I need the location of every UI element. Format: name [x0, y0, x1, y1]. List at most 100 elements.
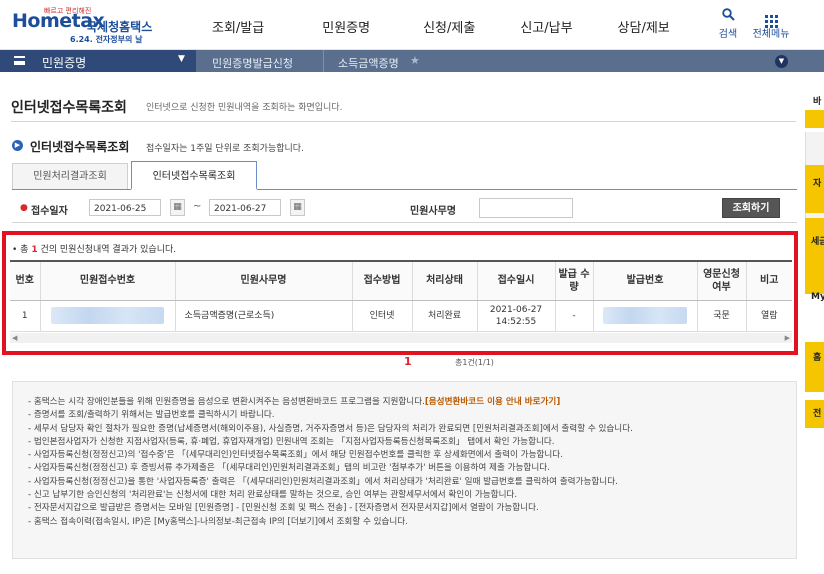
method-cell: 인터넷 [351, 300, 412, 332]
notice-item: - 사업자등록신청(정정신고)을 통한 '사업자등록증' 출력은 「(세무대리인… [28, 476, 618, 487]
date-label: 접수일자 [31, 206, 68, 217]
date-range-separator: ~ [193, 201, 202, 212]
side-block[interactable] [805, 165, 824, 213]
column-header: 민원사무명 [174, 260, 352, 301]
received-time: 14:52:55 [495, 316, 537, 327]
calendar-icon[interactable]: ▦ [170, 199, 185, 216]
row-number: 1 [10, 300, 40, 332]
hamburger-icon [14, 56, 25, 65]
view-link[interactable]: 열람 [745, 300, 792, 332]
calendar-icon[interactable]: ▦ [290, 199, 305, 216]
redacted-issue-number [603, 307, 687, 324]
grid-menu-icon [748, 8, 794, 28]
logo-agency: 국세청홈택스 [86, 20, 153, 34]
chevron-down-icon[interactable]: ▼ [775, 55, 788, 68]
search-form: ● 접수일자 ▦ ~ ▦ 민원사무명 조회하기 [12, 194, 797, 223]
tab-result-inquiry[interactable]: 민원처리결과조회 [12, 163, 128, 190]
receipt-number-cell[interactable] [39, 300, 175, 332]
tab-internet-receipt-list[interactable]: 인터넷접수목록조회 [131, 161, 257, 190]
nav-item-inquiry[interactable]: 조회/발급 [212, 17, 264, 36]
caret-down-icon: ▼ [178, 54, 185, 64]
scroll-left-icon[interactable]: ◀ [12, 333, 17, 343]
result-panel: • 총 1 건의 민원신청내역 결과가 있습니다. 번호 민원접수번호 민원사무… [2, 231, 798, 355]
side-label: 전 [813, 409, 822, 419]
status-cell: 처리완료 [411, 300, 477, 332]
search-submit-button[interactable]: 조회하기 [722, 198, 780, 218]
all-menu-button[interactable]: 전체메뉴 [748, 8, 794, 40]
column-header: 비고 [745, 260, 792, 301]
breadcrumb-level2-label: 민원증명발급신청 [212, 57, 293, 70]
side-label: My [811, 292, 824, 302]
breadcrumb: 민원증명 ▼ 민원증명발급신청 소득금액증명 ★ ▼ [0, 50, 824, 72]
section-description: 접수일자는 1주일 단위로 조회가능합니다. [146, 144, 304, 154]
nav-item-application[interactable]: 신청/제출 [423, 17, 475, 36]
quantity-cell: - [554, 300, 593, 332]
notice-item: - 신고 납부기한 승인신청의 '처리완료'는 신청서에 대한 처리 완료상태를… [28, 490, 518, 501]
received-datetime-cell: 2021-06-27 14:52:55 [476, 300, 555, 332]
voice-barcode-link[interactable]: [음성변환바코드 이용 안내 바로가기] [425, 397, 560, 407]
search-label: 검색 [718, 29, 738, 40]
notice-item: - 홈택스는 시각 장애인분들을 위해 민원증명을 음성으로 변환시켜주는 음성… [28, 397, 561, 407]
side-label: 자 [813, 179, 822, 189]
result-table: 번호 민원접수번호 민원사무명 접수방법 처리상태 접수일시 발급 수량 발급번… [10, 260, 792, 332]
count-number: 1 [31, 245, 38, 255]
office-label: 민원사무명 [410, 206, 456, 217]
side-label: 세금 [811, 237, 824, 247]
notice-item: - 홈택스 접속이력(접속일시, IP)은 [My홈택스]-나의정보-최근접속 … [28, 516, 408, 527]
quick-side-panel: 바 자 세금 My 홈 전 [805, 97, 824, 430]
column-header: 처리상태 [411, 260, 477, 301]
nav-item-consult[interactable]: 상담/제보 [618, 17, 670, 36]
favorite-star-icon[interactable]: ★ [410, 54, 420, 67]
side-label: 홈 [813, 353, 822, 363]
breadcrumb-level2[interactable]: 민원증명발급신청 [196, 50, 324, 72]
date-from-input[interactable] [89, 199, 161, 216]
breadcrumb-level3-label: 소득금액증명 [338, 57, 399, 70]
site-header: 빠르고 편리해진 Hometax 국세청홈택스 6.24. 전자정부의 날 조회… [0, 0, 824, 50]
section-bullet-icon: ▶ [12, 140, 23, 151]
column-header: 민원접수번호 [39, 260, 175, 301]
side-block[interactable] [805, 218, 824, 294]
divider [11, 121, 796, 122]
breadcrumb-level3[interactable]: 소득금액증명 ★ [324, 50, 434, 72]
search-icon [715, 8, 741, 22]
notice-box: - 홈택스는 시각 장애인분들을 위해 민원증명을 음성으로 변환시켜주는 음성… [12, 381, 797, 559]
horizontal-scrollbar[interactable]: ◀ ▶ [10, 333, 792, 343]
logo-date: 6.24. 전자정부의 날 [70, 35, 143, 44]
count-prefix: • 총 [12, 245, 29, 255]
date-to-input[interactable] [209, 199, 281, 216]
page-info: 총1건(1/1) [455, 358, 494, 367]
issue-number-cell[interactable] [592, 300, 697, 332]
notice-item: - 증명서를 조회/출력하기 위해서는 발급번호를 클릭하시기 바랍니다. [28, 410, 275, 421]
page-number-current[interactable]: 1 [404, 355, 412, 368]
table-header-row: 번호 민원접수번호 민원사무명 접수방법 처리상태 접수일시 발급 수량 발급번… [10, 260, 792, 301]
scroll-right-icon[interactable]: ▶ [785, 333, 790, 343]
english-request-cell: 국문 [696, 300, 746, 332]
side-block[interactable] [805, 110, 824, 128]
table-row: 1 소득금액증명(근로소득) 인터넷 처리완료 2021-06-27 14:52:… [10, 300, 792, 332]
column-header: 접수방법 [351, 260, 412, 301]
nav-item-report[interactable]: 신고/납부 [520, 17, 572, 36]
page-title: 인터넷접수목록조회 [11, 100, 127, 116]
received-date: 2021-06-27 [489, 304, 543, 315]
column-header: 번호 [10, 260, 40, 301]
global-nav: 조회/발급 민원증명 신청/제출 신고/납부 상담/제보 [212, 17, 710, 36]
notice-item: - 사업자등록신청(정정신고) 후 증빙서류 추가제출은 「(세무대리인)민원처… [28, 463, 550, 474]
all-menu-label: 전체메뉴 [752, 29, 790, 40]
office-name-cell: 소득금액증명(근로소득) [174, 300, 352, 332]
section-title: 인터넷접수목록조회 [30, 140, 130, 154]
column-header: 발급 수량 [554, 260, 593, 301]
column-header: 접수일시 [476, 260, 555, 301]
side-label: 바 [813, 97, 822, 107]
nav-item-certificate[interactable]: 민원증명 [322, 17, 370, 36]
redacted-receipt-number [51, 307, 164, 324]
search-button[interactable]: 검색 [715, 8, 741, 40]
column-header: 영문신청 여부 [696, 260, 746, 301]
notice-item: - 전자문서지갑으로 발급받은 증명서는 모바일 [민원증명] - [민원신청 … [28, 503, 539, 514]
office-name-input[interactable] [479, 198, 573, 218]
breadcrumb-level1[interactable]: 민원증명 ▼ [0, 50, 196, 72]
result-count: • 총 1 건의 민원신청내역 결과가 있습니다. [12, 242, 176, 255]
count-suffix: 건의 민원신청내역 결과가 있습니다. [40, 245, 177, 255]
hometax-logo[interactable]: 빠르고 편리해진 Hometax 국세청홈택스 6.24. 전자정부의 날 [12, 6, 202, 44]
notice-item: - 세무서 담당자 확인 절차가 필요한 증명(납세증명서(해외이주용), 사실… [28, 423, 633, 434]
notice-item: - 사업자등록신청(정정신고)의 '접수중'은 「(세무대리인)인터넷접수목록조… [28, 450, 563, 461]
